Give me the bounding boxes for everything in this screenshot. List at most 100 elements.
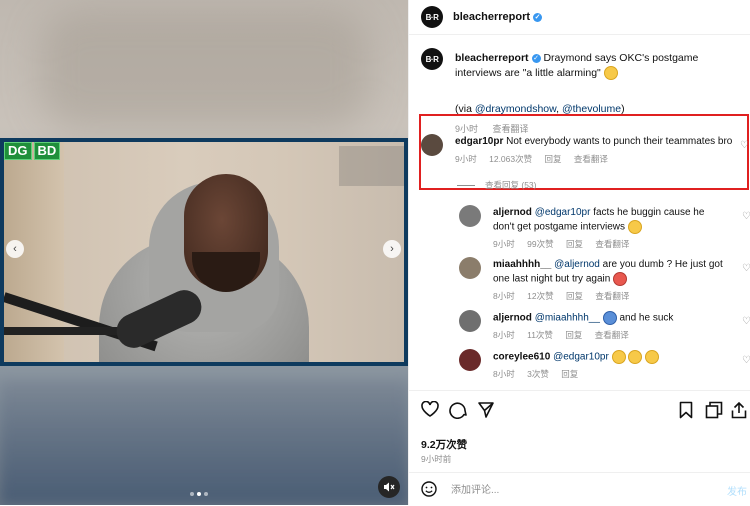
comment-input[interactable] [449,481,703,499]
mention-link[interactable]: @edgar10pr [553,352,609,363]
mention-link[interactable]: @miaahhhh__ [535,313,600,324]
comment-likes[interactable]: 12.063次赞 [489,154,532,164]
send-icon[interactable] [477,401,495,424]
comment-body: and he suck [619,312,674,324]
avatar[interactable] [459,349,481,371]
carousel-dot [204,492,208,496]
comments-list[interactable]: B·R bleacherreport ✓ Draymond says OKC's … [409,34,750,390]
comment-text: aljernod @miaahhhh__ and he suck [493,311,723,326]
comment-item: coreylee610 @edgar10pr 8小时 3次赞 回复 ♡ [459,349,750,383]
post-button[interactable]: 发布 [727,483,747,498]
angry-emoji-icon [613,272,628,286]
speaker-muted-icon[interactable] [378,476,400,498]
grimace-emoji-icon [603,66,618,81]
chevron-left-icon[interactable]: ‹ [6,240,24,258]
avatar[interactable] [459,310,481,332]
bookmark-icon[interactable] [679,401,693,424]
comment-username[interactable]: aljernod [493,313,532,324]
carousel-indicator [190,492,208,496]
carousel-dot [190,492,194,496]
post-media[interactable]: DG BD ‹ › [0,0,408,505]
comment-item: aljernod @edgar10pr facts he buggin caus… [459,205,750,253]
laughing-emoji-icon [627,220,642,234]
caption-username[interactable]: bleacherreport [455,52,529,64]
comment-icon[interactable] [449,401,467,424]
avatar[interactable] [459,257,481,279]
heart-icon[interactable]: ♡ [742,263,750,274]
translate-link[interactable]: 查看翻译 [595,239,629,249]
logo-dg: DG [4,142,32,160]
show-logo: DG BD [4,142,61,160]
comment-time: 8小时 [493,291,515,301]
heart-icon[interactable]: ♡ [742,211,750,222]
avatar[interactable] [421,134,443,156]
avatar[interactable]: B·R [421,48,443,70]
comment-body: Not everybody wants to punch their teamm… [506,136,733,147]
reply-button[interactable]: 回复 [565,330,582,340]
heart-icon[interactable]: ♡ [740,140,749,151]
comment-meta: 8小时 3次赞 回复 [493,368,588,380]
carousel-dot-active [197,492,201,496]
video-content[interactable] [4,142,404,362]
comment-meta: 8小时 11次赞 回复 查看翻译 [493,329,639,341]
avatar[interactable]: B·R [421,6,443,28]
view-replies-label[interactable]: 查看回复 (53) [485,180,536,190]
likes-count[interactable]: 9.2万次赞 [421,437,467,452]
verified-badge-icon: ✓ [531,53,541,63]
post-time: 9小时前 [421,454,452,464]
laughing-emoji-icon [628,350,643,364]
laughing-emoji-icon [645,350,660,364]
translate-link[interactable]: 查看翻译 [595,291,629,301]
reply-button[interactable]: 回复 [561,369,578,379]
avatar[interactable] [459,205,481,227]
author-username[interactable]: bleacherreport ✓ [453,11,543,23]
comment-time: 8小时 [493,369,515,379]
chevron-right-icon[interactable]: › [383,240,401,258]
mic-stand [4,327,134,335]
comment-likes[interactable]: 99次赞 [527,239,553,249]
comment-text: aljernod @edgar10pr facts he buggin caus… [493,206,723,235]
comment-item: miaahhhh__ @aljernod are you dumb ? He j… [459,257,750,305]
laughing-emoji-icon [611,350,626,364]
comment-likes[interactable]: 11次赞 [527,330,553,340]
comment-time: 9小时 [455,154,477,164]
comment-meta: 9小时 12.063次赞 回复 查看翻译 [455,153,618,165]
heart-icon[interactable] [421,400,439,422]
verified-badge-icon: ✓ [533,12,543,22]
blurred-background-bottom [0,380,408,505]
comment-meta: 8小时 12次赞 回复 查看翻译 [493,290,639,302]
comment-username[interactable]: coreylee610 [493,352,550,363]
upload-icon[interactable] [731,401,747,424]
comment-composer: 发布 [409,472,750,506]
comment-item: aljernod @miaahhhh__ and he suck 8小时 11次… [459,310,750,344]
translate-link[interactable]: 查看翻译 [574,154,608,164]
logo-bd: BD [33,142,61,160]
comment-username[interactable]: edgar10pr [455,136,503,147]
reply-button[interactable]: 回复 [566,239,583,249]
action-bar [409,390,750,431]
scared-emoji-icon [602,311,617,325]
heart-icon[interactable]: ♡ [742,316,750,327]
divider [457,185,475,187]
comment-username[interactable]: miaahhhh__ [493,259,551,270]
mention-link[interactable]: @edgar10pr [535,207,591,218]
comment-meta: 9小时 99次赞 回复 查看翻译 [493,238,639,250]
reply-button[interactable]: 回复 [566,291,583,301]
mention-link[interactable]: @aljernod [554,259,600,270]
translate-link[interactable]: 查看翻译 [595,330,629,340]
comment-likes[interactable]: 12次赞 [527,291,553,301]
post-panel: B·R bleacherreport ✓ B·R bleacherreport ✓ … [408,0,750,505]
reply-button[interactable]: 回复 [544,154,561,164]
video-frame[interactable]: DG BD [0,138,408,366]
smile-icon[interactable] [421,481,437,501]
caption-text: bleacherreport ✓ Draymond says OKC's post… [455,51,745,81]
view-replies-button[interactable]: 查看回复 (53) [457,179,536,191]
comment-time: 9小时 [493,239,515,249]
author-username-text[interactable]: bleacherreport [453,11,530,23]
comment-likes[interactable]: 3次赞 [527,369,549,379]
post-header: B·R bleacherreport ✓ [409,0,750,35]
wall-logo [339,146,404,186]
copy-icon[interactable] [705,401,723,424]
heart-icon[interactable]: ♡ [742,355,750,366]
comment-username[interactable]: aljernod [493,207,532,218]
